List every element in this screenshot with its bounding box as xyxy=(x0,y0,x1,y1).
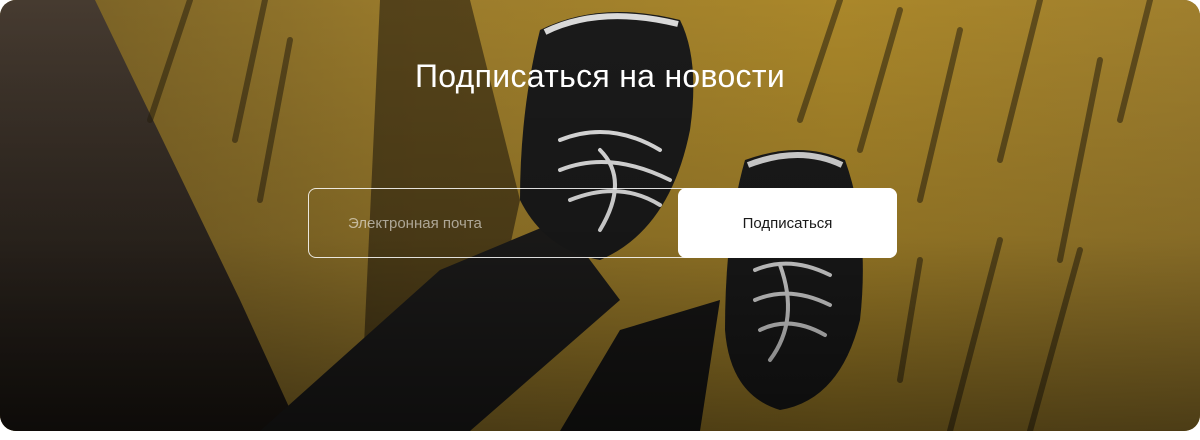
subscribe-form: Подписаться xyxy=(308,188,897,258)
newsletter-banner: Подписаться на новости Подписаться xyxy=(0,0,1200,431)
newsletter-title: Подписаться на новости xyxy=(414,58,785,94)
subscribe-button[interactable]: Подписаться xyxy=(678,188,897,258)
